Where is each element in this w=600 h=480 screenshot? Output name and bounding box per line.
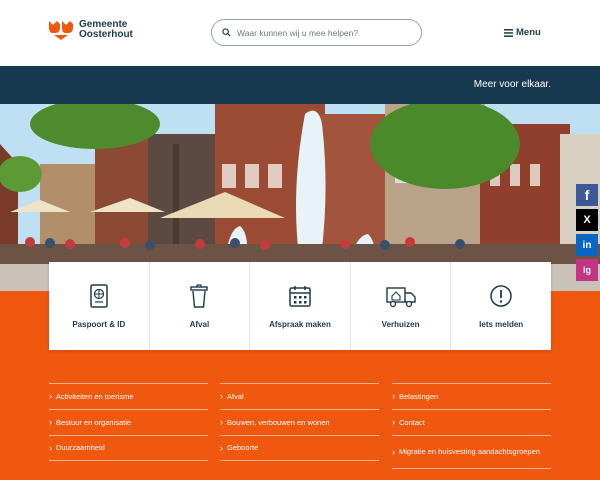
link-taxes[interactable]: › Belastingen <box>392 383 551 409</box>
link-migration[interactable]: › Migratie en huisvesting aandachtsgroepe… <box>392 435 551 469</box>
logo-text: Gemeente Oosterhout <box>79 20 133 40</box>
search-input[interactable] <box>237 27 407 38</box>
tagline: Meer voor elkaar. <box>473 79 551 90</box>
card-moving[interactable]: Verhuizen <box>351 262 452 350</box>
card-report-label: Iets melden <box>479 320 524 329</box>
link-waste[interactable]: › Afval <box>220 383 379 409</box>
chevron-right-icon: › <box>392 446 395 457</box>
facebook-icon[interactable]: f <box>576 184 598 206</box>
chevron-right-icon: › <box>220 417 223 427</box>
link-column-3: › Belastingen › Contact › Migratie en huisv… <box>392 383 551 469</box>
site-logo[interactable]: Gemeente Oosterhout <box>48 19 133 41</box>
card-report[interactable]: Iets melden <box>451 262 551 350</box>
chevron-right-icon: › <box>220 442 223 453</box>
x-icon[interactable]: X <box>576 209 598 231</box>
chevron-right-icon: › <box>49 417 52 427</box>
link-label: Afval <box>227 391 244 401</box>
calendar-icon <box>289 286 311 307</box>
menu-button[interactable]: Menu <box>504 27 541 38</box>
link-label: Geboorte <box>227 443 259 452</box>
chevron-right-icon: › <box>220 391 223 401</box>
menu-label: Menu <box>516 27 541 38</box>
instagram-icon[interactable]: ig <box>576 259 598 281</box>
link-column-1: › Activiteiten en toerisme › Bestuur en or… <box>49 383 208 461</box>
link-label: Bouwen, verbouwen en wonen <box>227 417 330 427</box>
link-birth[interactable]: › Geboorte <box>220 435 379 461</box>
chevron-right-icon: › <box>392 391 395 401</box>
link-label: Contact <box>399 417 425 427</box>
moving-truck-icon <box>385 287 416 308</box>
card-waste-label: Afval <box>189 320 210 329</box>
link-label: Duurzaamheid <box>56 443 105 452</box>
linkedin-icon[interactable]: in <box>576 234 598 256</box>
card-waste[interactable]: Afval <box>150 262 251 350</box>
hamburger-icon <box>504 28 513 37</box>
card-appointment-label: Afspraak maken <box>269 320 331 329</box>
link-sustainability[interactable]: › Duurzaamheid <box>49 435 208 461</box>
link-label: Belastingen <box>399 391 439 401</box>
link-governance[interactable]: › Bestuur en organisatie <box>49 409 208 435</box>
chevron-right-icon: › <box>49 391 52 401</box>
passport-icon <box>90 284 108 308</box>
social-sidebar: f X in ig <box>574 184 600 284</box>
card-passport-label: Paspoort & ID <box>72 320 126 329</box>
search-icon <box>222 28 231 37</box>
link-column-2: › Afval › Bouwen, verbouwen en wonen › Gebo… <box>220 383 379 461</box>
card-moving-label: Verhuizen <box>381 320 420 329</box>
chevron-right-icon: › <box>392 417 395 427</box>
site-header: Gemeente Oosterhout Menu <box>0 0 600 66</box>
link-label: Migratie en huisvesting aandachtsgroepen <box>399 447 540 456</box>
search-box[interactable] <box>211 19 422 46</box>
quick-tasks: Paspoort & ID Afval Afspraak maken Verhu… <box>49 262 551 350</box>
card-appointment[interactable]: Afspraak maken <box>250 262 351 350</box>
link-building[interactable]: › Bouwen, verbouwen en wonen <box>220 409 379 435</box>
link-label: Bestuur en organisatie <box>56 417 132 427</box>
exclamation-icon <box>490 285 512 307</box>
link-activities[interactable]: › Activiteiten en toerisme <box>49 383 208 409</box>
link-label: Activiteiten en toerisme <box>56 391 134 401</box>
tagline-banner: Meer voor elkaar. <box>0 66 600 104</box>
waste-bin-icon <box>190 284 209 308</box>
link-contact[interactable]: › Contact <box>392 409 551 435</box>
logo-mark-icon <box>49 21 73 40</box>
logo-line-2: Oosterhout <box>79 29 133 40</box>
card-passport[interactable]: Paspoort & ID <box>49 262 150 350</box>
chevron-right-icon: › <box>49 442 52 453</box>
